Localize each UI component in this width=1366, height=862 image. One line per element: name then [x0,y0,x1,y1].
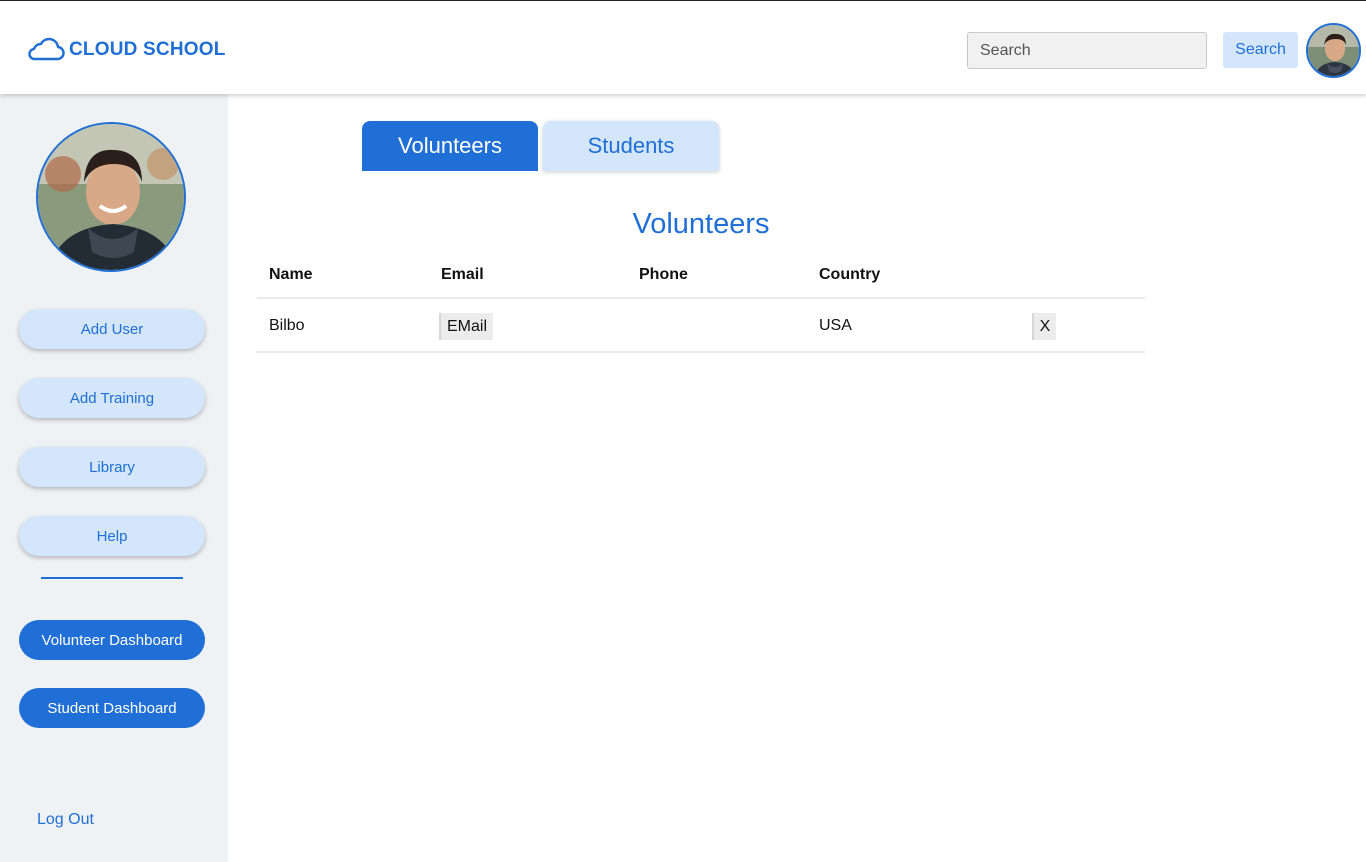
section-title: Volunteers [632,208,770,240]
email-button[interactable]: EMail [439,313,494,340]
delete-button[interactable]: X [1032,313,1056,340]
avatar[interactable] [1306,23,1361,78]
logout-link[interactable]: Log Out [37,811,94,829]
tab-volunteers[interactable]: Volunteers [362,121,538,171]
search-button[interactable]: Search [1223,32,1298,68]
top-header: CLOUD SCHOOL Search [0,0,1366,94]
profile-avatar[interactable] [36,122,186,272]
table-row: Bilbo EMail USA X [257,300,1145,353]
cloud-icon [28,37,65,61]
add-training-button[interactable]: Add Training [19,378,205,418]
add-user-button[interactable]: Add User [19,309,205,349]
user-photo [1308,25,1359,76]
library-button[interactable]: Library [19,447,205,487]
sidebar: Add User Add Training Library Help Volun… [0,94,228,862]
logo-text: CLOUD SCHOOL [69,39,226,60]
column-header-phone: Phone [639,266,688,283]
column-header-country: Country [819,266,881,283]
student-dashboard-button[interactable]: Student Dashboard [19,688,205,728]
cell-country: USA [819,317,852,334]
search-input[interactable] [967,32,1207,69]
column-header-email: Email [441,266,484,283]
tab-students[interactable]: Students [543,121,719,171]
volunteer-dashboard-button[interactable]: Volunteer Dashboard [19,620,205,660]
help-button[interactable]: Help [19,516,205,556]
sidebar-divider [41,577,183,579]
table-header: Name Email Phone Country [257,263,1145,299]
user-photo [38,124,184,270]
cell-name: Bilbo [269,317,305,334]
logo[interactable]: CLOUD SCHOOL [27,37,226,63]
column-header-name: Name [269,266,313,283]
